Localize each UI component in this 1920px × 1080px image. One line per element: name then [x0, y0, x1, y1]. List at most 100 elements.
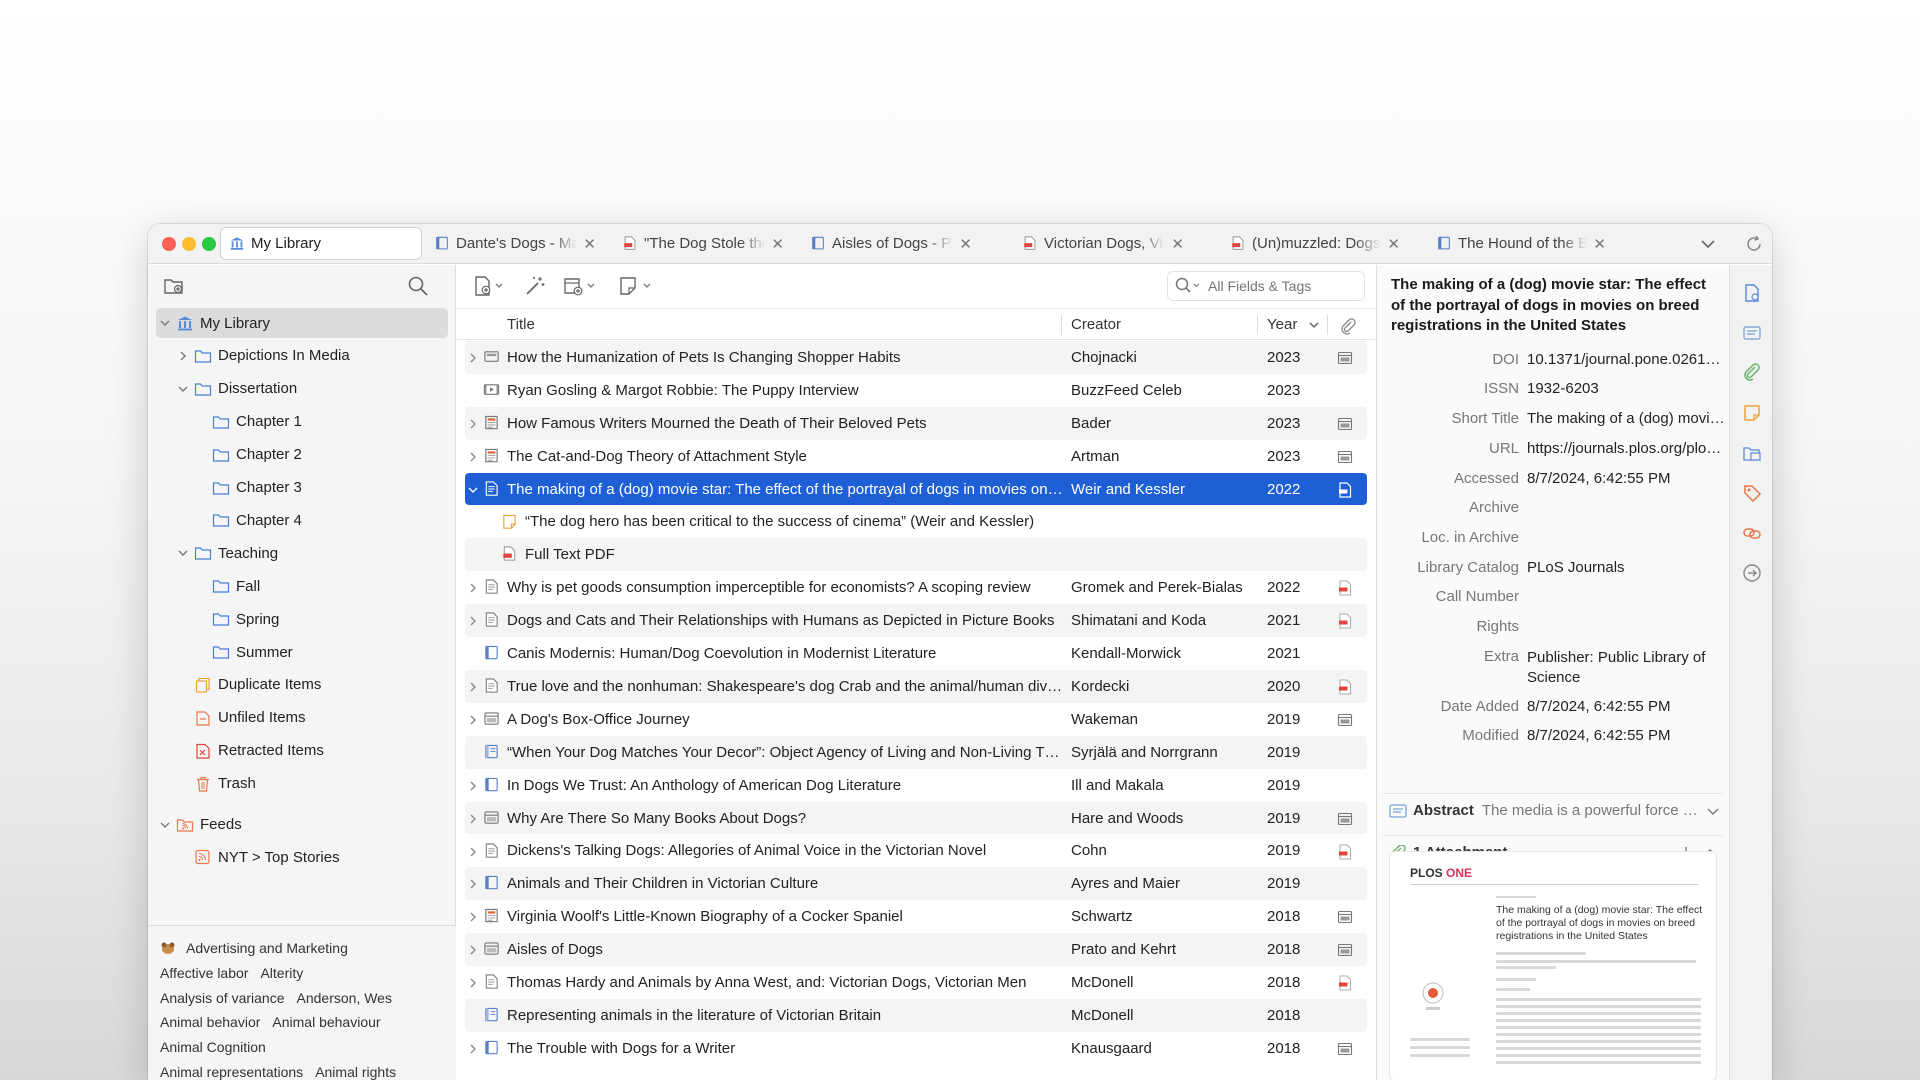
pdf-attachment-icon[interactable]: [1337, 844, 1353, 860]
item-row[interactable]: Thomas Hardy and Animals by Anna West, a…: [465, 966, 1367, 999]
tab-close-icon[interactable]: ✕: [583, 235, 596, 253]
field-value[interactable]: 8/7/2024, 6:42:55 PM: [1527, 470, 1725, 487]
tab-my-library[interactable]: My Library: [220, 227, 422, 260]
chevron-right-icon[interactable]: [467, 417, 479, 429]
field-value[interactable]: The making of a (dog) movie star: [1527, 410, 1725, 427]
tab-close-icon[interactable]: ✕: [1593, 235, 1606, 253]
new-note-icon[interactable]: [617, 274, 653, 298]
pdf-attachment-icon[interactable]: [1337, 679, 1353, 695]
collection-feeds[interactable]: Feeds: [148, 810, 448, 840]
item-row[interactable]: A Dog's Box-Office Journey Wakeman 2019: [465, 703, 1367, 736]
tag-item[interactable]: Animal Cognition: [160, 1039, 266, 1055]
collection-chapter-1[interactable]: Chapter 1: [148, 407, 448, 437]
tab-reader-4[interactable]: Victorian Dogs, Victorian ✕: [1014, 227, 1192, 260]
field-value[interactable]: PLoS Journals: [1527, 559, 1725, 576]
tab-reader-6[interactable]: The Hound of the Baskervilles ✕: [1428, 227, 1614, 260]
libraries-collections-section-icon[interactable]: [1742, 443, 1762, 463]
tab-close-icon[interactable]: ✕: [959, 235, 972, 253]
collection-teaching[interactable]: Teaching: [148, 538, 448, 568]
collection-retracted-items[interactable]: Retracted Items: [148, 736, 448, 766]
collection-trash[interactable]: Trash: [148, 769, 448, 799]
chevron-right-icon[interactable]: [467, 910, 479, 922]
chevron-right-icon[interactable]: [467, 812, 479, 824]
pdf-attachment-icon[interactable]: [1337, 580, 1353, 596]
abstract-section-header[interactable]: Abstract The media is a powerful force t…: [1383, 793, 1723, 827]
chevron-down-icon[interactable]: [158, 316, 172, 330]
tag-item[interactable]: Affective labor: [160, 965, 248, 981]
attachment-preview[interactable]: PLOS ONE The making of a (dog) movie sta…: [1389, 851, 1717, 1080]
tag-item[interactable]: Animal rights: [315, 1064, 396, 1080]
collection-unfiled-items[interactable]: Unfiled Items: [148, 703, 448, 733]
child-item-row[interactable]: Full Text PDF: [465, 538, 1367, 572]
field-value[interactable]: 8/7/2024, 6:42:55 PM: [1527, 727, 1725, 744]
chevron-right-icon[interactable]: [467, 1042, 479, 1054]
chevron-right-icon[interactable]: [467, 680, 479, 692]
chevron-right-icon[interactable]: [467, 351, 479, 363]
abstract-section-icon[interactable]: [1742, 323, 1762, 343]
field-value[interactable]: 8/7/2024, 6:42:55 PM: [1527, 698, 1725, 715]
search-mode-icon[interactable]: [1174, 276, 1202, 296]
column-separator[interactable]: [1327, 315, 1328, 335]
abstract-expand-chevron-icon[interactable]: [1706, 804, 1720, 818]
pdf-attachment-icon[interactable]: [1337, 975, 1353, 991]
add-attachment-icon[interactable]: [561, 274, 597, 298]
chevron-down-icon[interactable]: [158, 818, 172, 832]
notes-section-icon[interactable]: [1742, 403, 1762, 423]
column-title[interactable]: Title: [507, 316, 535, 333]
item-row[interactable]: Canis Modernis: Human/Dog Coevolution in…: [465, 637, 1367, 670]
field-value[interactable]: 10.1371/journal.pone.0261916: [1527, 351, 1725, 368]
item-title-header[interactable]: The making of a (dog) movie star: The ef…: [1391, 275, 1721, 345]
attachments-column-paperclip-icon[interactable]: [1339, 317, 1357, 335]
column-creator[interactable]: Creator: [1071, 316, 1121, 333]
chevron-right-icon[interactable]: [467, 943, 479, 955]
field-value[interactable]: 1932-6203: [1527, 380, 1725, 397]
item-row[interactable]: Virginia Woolf's Little-Known Biography …: [465, 900, 1367, 933]
collection-dissertation[interactable]: Dissertation: [148, 374, 448, 404]
chevron-right-icon[interactable]: [467, 877, 479, 889]
column-separator[interactable]: [1061, 315, 1062, 335]
chevron-right-icon[interactable]: [467, 713, 479, 725]
chevron-down-icon[interactable]: [176, 382, 190, 396]
window-close-button[interactable]: [162, 237, 176, 251]
snapshot-icon[interactable]: [1337, 811, 1353, 827]
info-section-icon[interactable]: [1742, 283, 1762, 303]
item-row[interactable]: Animals and Their Children in Victorian …: [465, 867, 1367, 901]
snapshot-icon[interactable]: [1337, 416, 1353, 432]
tag-item[interactable]: Animal behavior: [160, 1014, 260, 1030]
item-row[interactable]: Aisles of Dogs Prato and Kehrt 2018: [465, 933, 1367, 967]
locate-icon[interactable]: [1742, 563, 1762, 583]
item-row[interactable]: Ryan Gosling & Margot Robbie: The Puppy …: [465, 374, 1367, 407]
item-row[interactable]: How the Humanization of Pets Is Changing…: [465, 341, 1367, 374]
item-row[interactable]: The Trouble with Dogs for a Writer Knausg…: [465, 1032, 1367, 1065]
new-collection-icon[interactable]: [162, 274, 186, 298]
tag-item[interactable]: Animal behaviour: [272, 1014, 380, 1030]
window-zoom-button[interactable]: [202, 237, 216, 251]
item-row[interactable]: In Dogs We Trust: An Anthology of Americ…: [465, 769, 1367, 802]
sync-icon[interactable]: [1744, 234, 1764, 254]
collection-summer[interactable]: Summer: [148, 637, 448, 667]
related-section-icon[interactable]: [1742, 523, 1762, 543]
collection-chapter-2[interactable]: Chapter 2: [148, 440, 448, 470]
tab-reader-1[interactable]: Dante's Dogs - Manga ✕: [426, 227, 604, 260]
chevron-right-icon[interactable]: [467, 779, 479, 791]
tag-item[interactable]: Alterity: [260, 965, 303, 981]
tabs-menu-chevron-icon[interactable]: [1698, 234, 1718, 254]
chevron-right-icon[interactable]: [176, 349, 190, 363]
pdf-attachment-icon[interactable]: [1337, 481, 1353, 498]
snapshot-icon[interactable]: [1337, 909, 1353, 925]
collection-nyt-top-stories[interactable]: NYT > Top Stories: [148, 842, 448, 872]
column-year[interactable]: Year: [1267, 316, 1297, 333]
item-row[interactable]: “When Your Dog Matches Your Decor”: Obje…: [465, 735, 1367, 769]
field-value[interactable]: Publisher: Public Library of Science: [1527, 648, 1725, 688]
collection-depictions-in-media[interactable]: Depictions In Media: [148, 341, 448, 371]
collection-my-library[interactable]: My Library: [156, 308, 448, 338]
tab-close-icon[interactable]: ✕: [771, 235, 784, 253]
collection-chapter-3[interactable]: Chapter 3: [148, 473, 448, 503]
item-row[interactable]: Representing animals in the literature o…: [465, 999, 1367, 1032]
window-minimize-button[interactable]: [182, 237, 196, 251]
tag-item[interactable]: Animal representations: [160, 1064, 303, 1080]
tab-reader-3[interactable]: Aisles of Dogs - Prato ✕: [802, 227, 980, 260]
item-row[interactable]: Dickens's Talking Dogs: Allegories of An…: [465, 835, 1367, 868]
tag-item[interactable]: Analysis of variance: [160, 990, 285, 1006]
item-row[interactable]: Why Are There So Many Books About Dogs? H…: [465, 801, 1367, 835]
